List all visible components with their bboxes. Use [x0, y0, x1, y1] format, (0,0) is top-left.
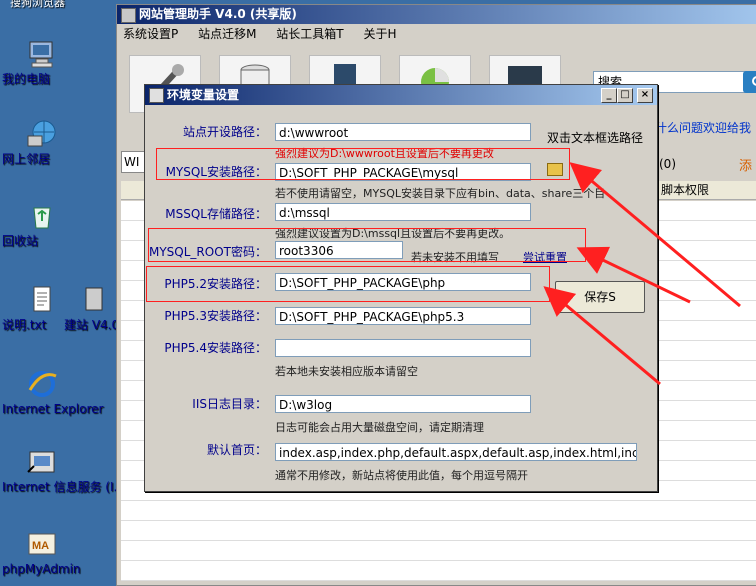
internet-explorer-icon	[26, 368, 58, 400]
app-icon	[121, 8, 136, 23]
desktop-icon-label: phpMyAdmin	[2, 562, 81, 576]
annotation-box-php52	[146, 266, 550, 302]
app-shortcut-icon	[84, 284, 104, 316]
desktop-icon-label: 我的电脑	[2, 72, 51, 86]
network-icon	[26, 118, 58, 150]
iis-log-field[interactable]: D:\w3log	[275, 395, 531, 413]
menu-system-settings[interactable]: 系统设置P	[123, 27, 178, 41]
dialog-titlebar: 环境变量设置 _ □ ×	[145, 85, 657, 105]
menu-site-migrate[interactable]: 站点迁移M	[198, 27, 256, 41]
annotation-box-root	[148, 228, 586, 262]
help-link[interactable]: 什么问题欢迎给我	[655, 119, 751, 136]
recycle-bin-icon	[26, 200, 58, 232]
desktop-icon-label: 说明.txt	[2, 318, 47, 332]
desktop-icon-recycle-bin[interactable]: 回收站	[2, 200, 82, 248]
column-header-script[interactable]: 脚本权限	[661, 181, 709, 199]
default-page-field[interactable]: index.asp,index.php,default.aspx,default…	[275, 443, 637, 461]
menu-toolbox[interactable]: 站长工具箱T	[276, 27, 343, 41]
phpmyadmin-icon: MA	[26, 528, 58, 560]
annotation-box-mysql	[156, 148, 570, 180]
desktop-icon-jianzhan[interactable]: 建站 V4.0	[64, 284, 124, 332]
close-button[interactable]: ×	[637, 88, 653, 103]
desktop-icon-label: 建站 V4.0	[64, 318, 120, 332]
desktop-icon-label: 回收站	[2, 234, 39, 248]
php54-path-label: PHP5.4安装路径：	[164, 341, 267, 355]
app-icon	[149, 88, 164, 103]
computer-icon	[26, 38, 58, 70]
iis-log-label: IIS日志目录：	[192, 397, 267, 411]
minimize-button[interactable]: _	[601, 88, 617, 103]
main-window-title: 网站管理助手 V4.0 (共享版)	[139, 7, 297, 21]
search-button[interactable]	[743, 71, 756, 93]
table-row[interactable]	[121, 501, 756, 521]
table-row[interactable]	[121, 541, 756, 561]
svg-text:MA: MA	[32, 540, 49, 552]
desktop-top-cut-label: 搜狗浏览器	[10, 0, 65, 9]
save-button[interactable]: 保存S	[555, 281, 645, 313]
desktop-icon-iis[interactable]: Internet 信息服务 (I...	[2, 446, 125, 494]
desktop-icon-label: 网上邻居	[2, 152, 51, 166]
mysql-hint: 若不使用请留空，MYSQL安装目录下应有bin、data、share三个目	[275, 187, 606, 200]
mssql-path-label: MSSQL存储路径：	[165, 207, 267, 221]
mssql-path-field[interactable]: d:\mssql	[275, 203, 531, 221]
main-window-titlebar: 网站管理助手 V4.0 (共享版)	[117, 5, 756, 24]
maximize-button[interactable]: □	[617, 88, 633, 103]
add-button[interactable]: 添	[739, 155, 752, 174]
menu-about[interactable]: 关于H	[363, 27, 396, 41]
desktop-icon-label: Internet 信息服务 (I...	[2, 480, 125, 494]
site-path-label: 站点开设路径：	[182, 125, 267, 139]
iis-icon	[26, 446, 58, 478]
menubar: 系统设置P 站点迁移M 站长工具箱T 关于H	[117, 24, 756, 44]
desktop-icon-my-computer[interactable]: 我的电脑	[2, 38, 82, 86]
dialog-title: 环境变量设置	[167, 88, 240, 102]
php53-path-label: PHP5.3安装路径：	[164, 309, 267, 323]
site-path-field[interactable]: d:\wwwroot	[275, 123, 531, 141]
desktop-icon-phpmyadmin[interactable]: MA phpMyAdmin	[2, 528, 82, 576]
php53-path-field[interactable]: D:\SOFT_PHP_PACKAGE\php5.3	[275, 307, 531, 325]
php54-hint: 若本地未安装相应版本请留空	[275, 365, 418, 378]
php54-path-field[interactable]	[275, 339, 531, 357]
table-row[interactable]	[121, 561, 756, 581]
desktop-icon-network[interactable]: 网上邻居	[2, 118, 82, 166]
default-page-label: 默认首页：	[206, 443, 267, 457]
desktop-icon-label: Internet Explorer	[2, 402, 104, 416]
default-page-hint: 通常不用修改，新站点将使用此值，每个用逗号隔开	[275, 469, 528, 482]
dblclick-hint: 双击文本框选路径	[547, 131, 644, 145]
search-icon	[752, 76, 756, 86]
text-file-icon	[26, 284, 58, 316]
table-row[interactable]	[121, 521, 756, 541]
desktop-icon-ie[interactable]: Internet Explorer	[2, 368, 103, 416]
iis-log-hint: 日志可能会占用大量磁盘空间，请定期清理	[275, 421, 484, 434]
